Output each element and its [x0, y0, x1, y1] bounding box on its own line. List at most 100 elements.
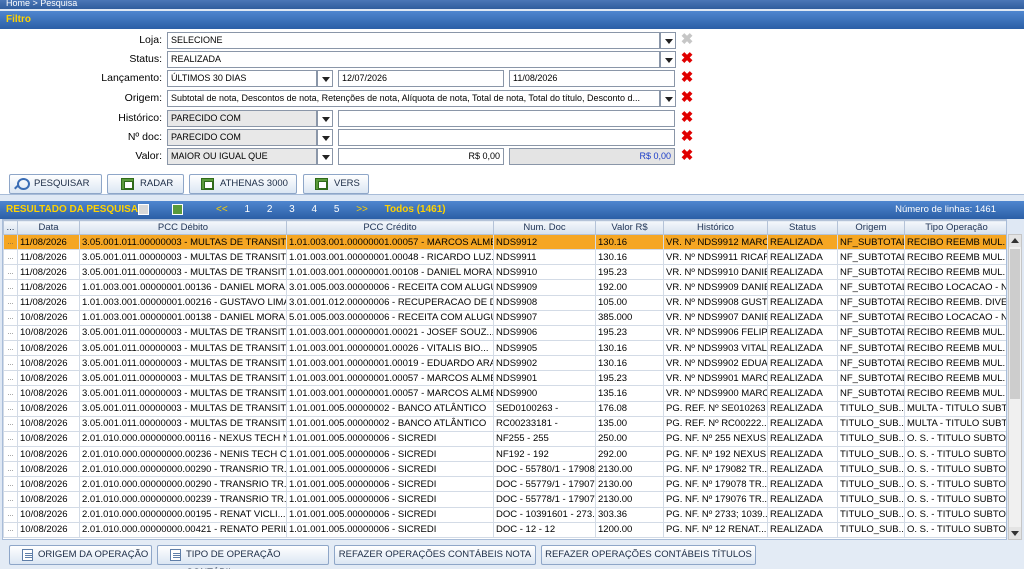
table-row[interactable]: ... 10/08/2026 2.01.010.000.00000000.00116…	[3, 430, 1006, 447]
column-header[interactable]: Histórico	[663, 220, 768, 235]
column-header[interactable]: Status	[767, 220, 838, 235]
page-5[interactable]: 5	[334, 204, 340, 215]
loja-select[interactable]: SELECIONE	[167, 32, 660, 49]
tipo-operacao-button[interactable]: TIPO DE OPERAÇÃO CONTÁBIL	[157, 545, 329, 569]
lancamento-clear-icon[interactable]: ✖	[680, 70, 694, 85]
table-row[interactable]: ... 11/08/2026 1.01.003.001.00000001.00216…	[3, 294, 1006, 311]
column-header[interactable]: Tipo Operação	[904, 220, 1006, 235]
column-header[interactable]: Num. Doc	[493, 220, 596, 235]
table-row[interactable]: ... 11/08/2026 3.05.001.011.00000003 - MUL…	[3, 233, 1006, 251]
row-marker: ...	[3, 445, 18, 463]
origem-select[interactable]: Subtotal de nota, Descontos de nota, Ret…	[167, 90, 660, 107]
results-title: RESULTADO DA PESQUISA	[6, 204, 139, 215]
table-row[interactable]: ... 10/08/2026 3.05.001.011.00000003 - MUL…	[3, 400, 1006, 417]
historico-clear-icon[interactable]: ✖	[680, 110, 694, 125]
ndoc-input[interactable]	[338, 129, 675, 146]
table-cell: NF_SUBTOTAL	[837, 294, 905, 311]
pagination-all[interactable]: Todos (1461)	[385, 204, 446, 215]
table-cell: NDS9908	[493, 294, 596, 311]
status-dropdown-button[interactable]	[660, 51, 676, 68]
table-cell: 2.01.010.000.00000000.00236 - NENIS TECH…	[79, 445, 287, 463]
table-row[interactable]: ... 10/08/2026 2.01.010.000.00000000.00239…	[3, 491, 1006, 508]
lancamento-to-input[interactable]: 11/08/2026	[509, 70, 675, 87]
radar-button[interactable]: RADAR	[107, 174, 184, 194]
pesquisar-button[interactable]: PESQUISAR	[9, 174, 102, 194]
table-row[interactable]: ... 11/08/2026 1.01.003.001.00000001.00136…	[3, 279, 1006, 296]
vers-button[interactable]: VERS	[303, 174, 369, 194]
table-cell: PG. NF. Nº 255 NEXUS...	[663, 430, 768, 447]
excel-export-icon[interactable]	[172, 204, 183, 215]
print-icon[interactable]	[138, 204, 149, 215]
vertical-scrollbar[interactable]	[1008, 234, 1022, 540]
table-row[interactable]: ... 10/08/2026 3.05.001.011.00000003 - MUL…	[3, 415, 1006, 432]
table-cell: 3.05.001.011.00000003 - MULTAS DE TRANSI…	[79, 355, 287, 372]
origem-clear-icon[interactable]: ✖	[680, 90, 694, 105]
table-row[interactable]: ... 10/08/2026 3.05.001.011.00000003 - MUL…	[3, 324, 1006, 341]
column-header[interactable]: Origem	[837, 220, 905, 235]
table-cell: NDS9910	[493, 264, 596, 281]
refazer-titulos-button[interactable]: REFAZER OPERAÇÕES CONTÁBEIS TÍTULOS	[541, 545, 756, 565]
historico-label: Histórico:	[118, 112, 162, 124]
ndoc-select[interactable]: PARECIDO COM	[167, 129, 317, 146]
pagination-prev[interactable]: <<	[216, 204, 228, 215]
page-2[interactable]: 2	[267, 204, 273, 215]
page-3[interactable]: 3	[289, 204, 295, 215]
table-row[interactable]: ... 10/08/2026 2.01.010.000.00000000.00195…	[3, 506, 1006, 523]
table-row[interactable]: ... 10/08/2026 3.05.001.011.00000003 - MUL…	[3, 355, 1006, 372]
table-row[interactable]: ... 10/08/2026 2.01.010.000.00000000.00290…	[3, 461, 1006, 478]
table-cell: REALIZADA	[767, 339, 838, 357]
status-select[interactable]: REALIZADA	[167, 51, 660, 68]
scroll-down-icon[interactable]	[1009, 527, 1021, 539]
origem-label: Origem:	[124, 92, 162, 104]
column-header[interactable]: Valor R$	[595, 220, 664, 235]
table-row[interactable]: ... 11/08/2026 3.05.001.011.00000003 - MUL…	[3, 264, 1006, 281]
valor-select[interactable]: MAIOR OU IGUAL QUE	[167, 148, 317, 165]
lancamento-dropdown-button[interactable]	[317, 70, 333, 87]
lancamento-from-input[interactable]: 12/07/2026	[338, 70, 504, 87]
historico-select[interactable]: PARECIDO COM	[167, 110, 317, 127]
table-row[interactable]: ... 10/08/2026 2.01.010.000.00000000.00236…	[3, 445, 1006, 463]
lancamento-select[interactable]: ÚLTIMOS 30 DIAS	[167, 70, 317, 87]
status-clear-icon[interactable]: ✖	[680, 51, 694, 66]
historico-input[interactable]	[338, 110, 675, 127]
table-cell: RECIBO REEMB. DIVE...	[904, 294, 1006, 311]
valor-clear-icon[interactable]: ✖	[680, 148, 694, 163]
table-cell: VR. Nº NDS9912 MARC...	[663, 233, 768, 251]
table-cell: REALIZADA	[767, 506, 838, 523]
athenas-button[interactable]: ATHENAS 3000	[189, 174, 297, 194]
table-row[interactable]: ... 10/08/2026 3.05.001.011.00000003 - MUL…	[3, 385, 1006, 402]
table-cell: MULTA - TITULO SUBT...	[904, 400, 1006, 417]
table-cell: NF255 - 255	[493, 430, 596, 447]
page-4[interactable]: 4	[312, 204, 318, 215]
scroll-up-icon[interactable]	[1009, 235, 1021, 247]
table-row[interactable]: ... 11/08/2026 3.05.001.011.00000003 - MUL…	[3, 249, 1006, 266]
table-cell: RECIBO REEMB MUL...	[904, 264, 1006, 281]
historico-dropdown-button[interactable]	[317, 110, 333, 127]
scroll-thumb[interactable]	[1010, 249, 1020, 399]
table-row[interactable]: ... 10/08/2026 3.05.001.011.00000003 - MUL…	[3, 370, 1006, 387]
page-1[interactable]: 1	[244, 204, 250, 215]
column-header[interactable]: Data	[17, 220, 80, 235]
ndoc-dropdown-button[interactable]	[317, 129, 333, 146]
loja-dropdown-button[interactable]	[660, 32, 676, 49]
valor-from-input[interactable]: R$ 0,00	[338, 148, 504, 165]
table-row[interactable]: ... 10/08/2026 2.01.010.000.00000000.00421…	[3, 521, 1006, 538]
column-header[interactable]: ...	[3, 220, 18, 235]
table-cell: 2.01.010.000.00000000.00239 - TRANSRIO T…	[79, 491, 287, 508]
origem-operacao-button[interactable]: ORIGEM DA OPERAÇÃO	[9, 545, 152, 565]
origem-dropdown-button[interactable]	[660, 90, 676, 107]
table-row[interactable]: ... 10/08/2026 3.05.001.011.00000003 - MUL…	[3, 339, 1006, 357]
table-cell: RECIBO REEMB MUL...	[904, 339, 1006, 357]
table-cell: 1.01.001.005.00000006 - SICREDI	[286, 506, 494, 523]
table-cell: NDS9907	[493, 309, 596, 326]
column-header[interactable]: PCC Crédito	[286, 220, 494, 235]
column-header[interactable]: PCC Débito	[79, 220, 287, 235]
pagination-next[interactable]: >>	[356, 204, 368, 215]
refazer-nota-button[interactable]: REFAZER OPERAÇÕES CONTÁBEIS NOTA	[334, 545, 536, 565]
valor-to-input[interactable]: R$ 0,00	[509, 148, 675, 165]
loja-clear-icon[interactable]: ✖	[680, 32, 694, 47]
ndoc-clear-icon[interactable]: ✖	[680, 129, 694, 144]
table-row[interactable]: ... 10/08/2026 1.01.003.001.00000001.00138…	[3, 309, 1006, 326]
table-row[interactable]: ... 10/08/2026 2.01.010.000.00000000.00290…	[3, 476, 1006, 493]
valor-dropdown-button[interactable]	[317, 148, 333, 165]
